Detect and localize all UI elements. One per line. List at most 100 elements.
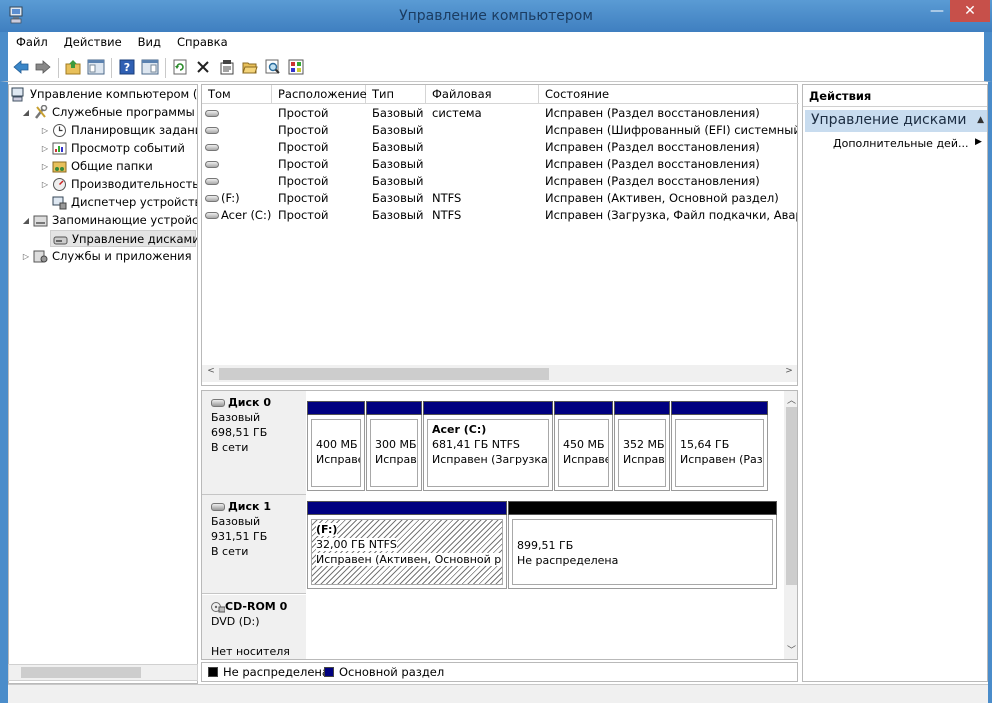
partition-size: 681,41 ГБ NTFS bbox=[432, 438, 520, 451]
scroll-left-icon[interactable]: < bbox=[204, 366, 218, 376]
cdrom-0-label[interactable]: CD-ROM 0 DVD (D:) Нет носителя bbox=[202, 595, 306, 659]
partition-disk0-4[interactable]: 450 МБ Исправе bbox=[554, 401, 613, 491]
tree-label: Службы и приложения bbox=[52, 249, 192, 263]
console-tree-toggle-button[interactable] bbox=[87, 58, 105, 76]
scroll-right-icon[interactable]: > bbox=[782, 366, 796, 376]
scroll-up-icon[interactable]: ︿ bbox=[785, 393, 797, 406]
collapse-arrow-icon[interactable]: ◢ bbox=[21, 212, 31, 229]
computer-management-icon bbox=[11, 87, 24, 102]
menu-view[interactable]: Вид bbox=[130, 32, 169, 49]
volume-row[interactable]: Простой Базовый Исправен (Раздел восстанов… bbox=[202, 156, 799, 173]
legend-swatch-unallocated bbox=[208, 667, 218, 677]
tree-item-disk-management[interactable]: Управление дисками bbox=[50, 230, 197, 247]
cdrom-media: Нет носителя bbox=[211, 645, 290, 658]
disk-kind: Базовый bbox=[211, 411, 261, 424]
volume-cell-vol bbox=[205, 156, 221, 173]
disk-state: В сети bbox=[211, 441, 249, 454]
menu-help[interactable]: Справка bbox=[169, 32, 236, 49]
properties-button[interactable] bbox=[218, 58, 236, 76]
column-header-type[interactable]: Тип bbox=[366, 85, 426, 104]
toolbar: ? bbox=[0, 54, 992, 82]
volume-cell-fs: NTFS bbox=[432, 191, 462, 205]
export-list-button[interactable] bbox=[287, 58, 305, 76]
magnifier-icon bbox=[265, 59, 280, 74]
volume-icon bbox=[205, 212, 219, 219]
graphical-view-vertical-scrollbar[interactable]: ︿ ﹀ bbox=[784, 391, 797, 659]
partition-disk0-5[interactable]: 352 МБ Исправ bbox=[614, 401, 670, 491]
menu-action[interactable]: Действие bbox=[56, 32, 130, 49]
disk-name: Диск 0 bbox=[228, 396, 271, 409]
tree-label: Планировщик заданий bbox=[71, 123, 198, 137]
help-button[interactable]: ? bbox=[118, 58, 136, 76]
tree-label: Просмотр событий bbox=[71, 141, 185, 155]
refresh-icon bbox=[173, 59, 187, 75]
actions-section-disk-management[interactable]: Управление дисками ▲ bbox=[805, 110, 987, 132]
disk-0-label[interactable]: Диск 0 Базовый 698,51 ГБ В сети bbox=[202, 391, 306, 495]
disk-size: 931,51 ГБ bbox=[211, 530, 268, 543]
collapse-up-icon[interactable]: ▲ bbox=[977, 115, 984, 125]
tree-label: Управление компьютером (л bbox=[30, 87, 198, 101]
volume-row[interactable]: Простой Базовый Исправен (Раздел восстанов… bbox=[202, 139, 799, 156]
partition-f[interactable]: (F:) 32,00 ГБ NTFS Исправен (Активен, Осно… bbox=[307, 501, 507, 589]
open-button[interactable] bbox=[241, 58, 259, 76]
partition-acer-c[interactable]: Acer (C:) 681,41 ГБ NTFS Исправен (Загрузк… bbox=[423, 401, 553, 491]
menu-file[interactable]: Файл bbox=[8, 32, 56, 49]
submenu-arrow-icon[interactable]: ▶ bbox=[975, 137, 982, 147]
more-actions-item[interactable]: Дополнительные дей... bbox=[833, 137, 968, 150]
partition-unallocated[interactable]: 899,51 ГБ Не распределена bbox=[508, 501, 777, 589]
close-button[interactable]: ✕ bbox=[950, 0, 990, 22]
delete-button[interactable] bbox=[194, 58, 212, 76]
collapse-arrow-icon[interactable]: ◢ bbox=[21, 104, 31, 121]
search-properties-button[interactable] bbox=[264, 58, 282, 76]
volume-row[interactable]: (F:) Простой Базовый NTFS Исправен (Активен,… bbox=[202, 190, 799, 207]
expand-arrow-icon[interactable]: ▷ bbox=[21, 248, 31, 265]
legend-swatch-primary bbox=[324, 667, 334, 677]
volume-cell-status: Исправен (Загрузка, Файл подкачки, Авари… bbox=[545, 208, 797, 222]
column-header-status[interactable]: Состояние bbox=[539, 85, 799, 104]
volume-list-horizontal-scrollbar[interactable]: < > bbox=[202, 365, 797, 382]
action-pane-toggle-button[interactable] bbox=[141, 58, 159, 76]
disk-graphical-view: Диск 0 Базовый 698,51 ГБ В сети 400 МБ Ис… bbox=[201, 390, 798, 660]
scroll-down-icon[interactable]: ﹀ bbox=[785, 643, 797, 656]
console-tree: Управление компьютером (л ◢ Служебные пр… bbox=[8, 84, 198, 684]
volume-cell-type: Базовый bbox=[372, 208, 424, 222]
volume-row[interactable]: Простой Базовый Исправен (Шифрованный (EFI… bbox=[202, 122, 799, 139]
volume-cell-status: Исправен (Раздел восстановления) bbox=[545, 157, 760, 171]
partition-disk0-2[interactable]: 300 МБ Исправ bbox=[366, 401, 422, 491]
partition-disk0-6[interactable]: 15,64 ГБ Исправен (Раз, bbox=[671, 401, 768, 491]
status-bar bbox=[8, 684, 988, 703]
volume-row[interactable]: Простой Базовый Исправен (Раздел восстанов… bbox=[202, 105, 799, 122]
disk-name: Диск 1 bbox=[228, 500, 271, 513]
volume-row[interactable]: Простой Базовый Исправен (Раздел восстанов… bbox=[202, 173, 799, 190]
volume-row[interactable]: Acer (C:) Простой Базовый NTFS Исправен (Заг… bbox=[202, 207, 799, 224]
back-button[interactable] bbox=[12, 58, 30, 76]
tools-icon bbox=[35, 105, 48, 119]
column-header-filesystem[interactable]: Файловая система bbox=[426, 85, 539, 120]
partition-size: 400 МБ bbox=[316, 438, 358, 451]
partition-disk0-1[interactable]: 400 МБ Исправе bbox=[307, 401, 365, 491]
up-folder-button[interactable] bbox=[64, 58, 82, 76]
expand-arrow-icon[interactable]: ▷ bbox=[40, 176, 50, 193]
console-tree-icon bbox=[87, 59, 105, 75]
scrollbar-thumb[interactable] bbox=[219, 368, 549, 380]
column-header-layout[interactable]: Расположение bbox=[272, 85, 367, 104]
disk-1-label[interactable]: Диск 1 Базовый 931,51 ГБ В сети bbox=[202, 495, 306, 594]
volume-cell-layout: Простой bbox=[278, 174, 329, 188]
expand-arrow-icon[interactable]: ▷ bbox=[40, 122, 50, 139]
action-pane-icon bbox=[141, 59, 159, 75]
volume-cell-type: Базовый bbox=[372, 157, 424, 171]
volume-cell-layout: Простой bbox=[278, 140, 329, 154]
tree-horizontal-scrollbar[interactable] bbox=[8, 664, 198, 681]
refresh-button[interactable] bbox=[171, 58, 189, 76]
volume-cell-vol bbox=[205, 139, 221, 156]
volume-cell-type: Базовый bbox=[372, 174, 424, 188]
expand-arrow-icon[interactable]: ▷ bbox=[40, 158, 50, 175]
expand-arrow-icon[interactable]: ▷ bbox=[40, 140, 50, 157]
volume-cell-fs: NTFS bbox=[432, 208, 462, 222]
scrollbar-thumb[interactable] bbox=[786, 407, 797, 585]
volume-cell-layout: Простой bbox=[278, 123, 329, 137]
volume-cell-status: Исправен (Раздел восстановления) bbox=[545, 140, 760, 154]
scrollbar-thumb[interactable] bbox=[21, 667, 141, 678]
column-header-volume[interactable]: Том bbox=[202, 85, 272, 104]
forward-button[interactable] bbox=[34, 58, 52, 76]
